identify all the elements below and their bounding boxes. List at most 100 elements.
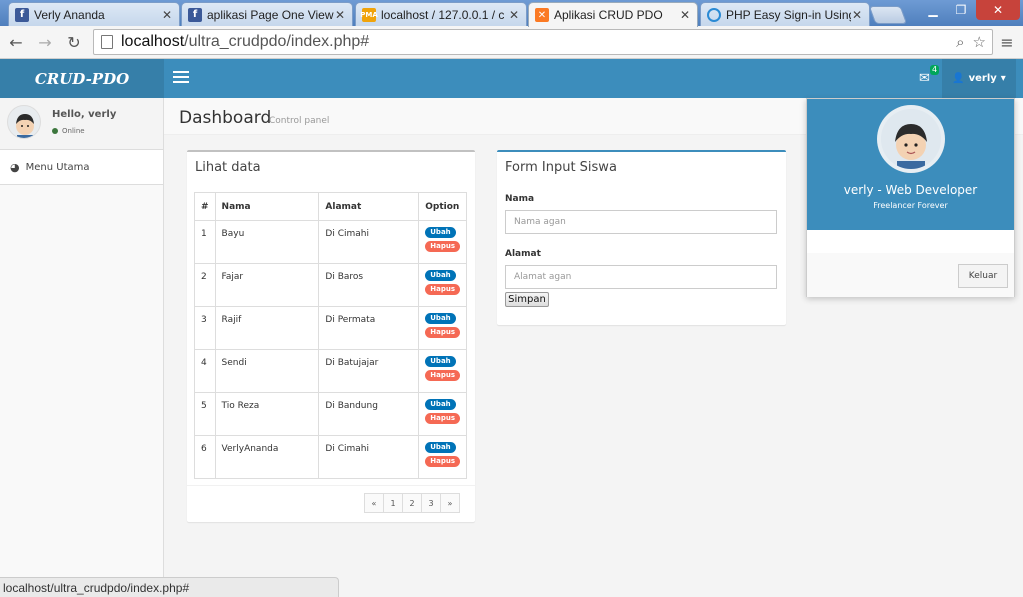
- facebook-icon: f: [15, 7, 29, 22]
- status-label: Online: [62, 127, 85, 135]
- table-row: 5 Tio Reza Di Bandung Ubah Hapus: [194, 392, 467, 436]
- nama-input[interactable]: Nama agan: [505, 210, 777, 234]
- star-icon[interactable]: ☆: [973, 33, 986, 51]
- pagination-page[interactable]: 3: [421, 493, 441, 513]
- user-dropdown-header: verly - Web Developer Freelancer Forever: [807, 99, 1014, 230]
- page-subtitle: Control panel: [269, 116, 330, 126]
- user-greeting: Hello, verly: [52, 109, 117, 120]
- ubah-button[interactable]: Ubah: [425, 270, 456, 281]
- pagination-next[interactable]: »: [440, 493, 460, 513]
- hapus-button[interactable]: Hapus: [425, 370, 460, 381]
- sidebar-item-menu-utama[interactable]: ◕ Menu Utama: [0, 150, 163, 185]
- hapus-button[interactable]: Hapus: [425, 284, 460, 295]
- pagination-page[interactable]: 2: [402, 493, 422, 513]
- data-table-box: Lihat data # Nama Alamat Option 1 Bayu Di …: [187, 150, 475, 522]
- close-icon[interactable]: ✕: [508, 8, 520, 22]
- ubah-button[interactable]: Ubah: [425, 227, 456, 238]
- column-header: #: [194, 192, 216, 221]
- menu-icon[interactable]: ≡: [997, 32, 1017, 52]
- browser-tab-bar: f Verly Ananda ✕ f aplikasi Page One Vie…: [0, 0, 1023, 27]
- logo[interactable]: CRUD-PDO: [0, 59, 164, 98]
- mail-badge: 4: [930, 65, 940, 75]
- form-box: Form Input Siswa Nama Nama agan Alamat A…: [497, 150, 786, 325]
- table-row: 6 VerlyAnanda Di Cimahi Ubah Hapus: [194, 435, 467, 479]
- user-menu-toggle[interactable]: 👤 verly ▾: [942, 59, 1016, 98]
- profile-tagline: Freelancer Forever: [873, 201, 948, 210]
- divider: [187, 485, 475, 486]
- box-title: Form Input Siswa: [505, 160, 617, 175]
- browser-tab[interactable]: PMA localhost / 127.0.0.1 / c ✕: [355, 2, 527, 26]
- search-icon[interactable]: ⌕: [956, 33, 964, 51]
- hapus-button[interactable]: Hapus: [425, 413, 460, 424]
- sidebar-toggle-icon[interactable]: [173, 71, 189, 85]
- option-cell: Ubah Hapus: [418, 220, 467, 264]
- logout-button[interactable]: Keluar: [958, 264, 1008, 288]
- phpmyadmin-icon: PMA: [360, 7, 378, 22]
- dashboard-icon: ◕: [10, 160, 20, 174]
- table-cell: 4: [194, 349, 216, 393]
- avatar: [7, 105, 41, 139]
- simpan-button[interactable]: Simpan: [505, 292, 549, 307]
- option-cell: Ubah Hapus: [418, 435, 467, 479]
- ubah-button[interactable]: Ubah: [425, 356, 456, 367]
- forward-icon[interactable]: →: [35, 32, 55, 52]
- option-cell: Ubah Hapus: [418, 306, 467, 350]
- table-cell: 5: [194, 392, 216, 436]
- page-icon: [101, 35, 113, 49]
- user-dropdown-body: [807, 230, 1014, 253]
- close-icon[interactable]: ✕: [334, 8, 346, 22]
- maximize-icon[interactable]: ❐: [948, 0, 974, 20]
- back-icon[interactable]: ←: [6, 32, 26, 52]
- page-title: Dashboard: [179, 108, 272, 128]
- browser-tab[interactable]: PHP Easy Sign-in Using ✕: [700, 2, 870, 26]
- column-header: Nama: [214, 192, 320, 221]
- address-bar[interactable]: localhost/ultra_crudpdo/index.php# ⌕ ☆: [93, 29, 993, 55]
- alamat-input[interactable]: Alamat agan: [505, 265, 777, 289]
- ubah-button[interactable]: Ubah: [425, 399, 456, 410]
- tab-label: Aplikasi CRUD PDO: [554, 8, 663, 22]
- box-title: Lihat data: [195, 160, 261, 175]
- tab-label: PHP Easy Sign-in Using: [726, 7, 851, 22]
- browser-tab-active[interactable]: ✕ Aplikasi CRUD PDO ✕: [528, 2, 698, 27]
- ubah-button[interactable]: Ubah: [425, 313, 456, 324]
- table-cell: Tio Reza: [214, 392, 320, 436]
- tab-label: localhost / 127.0.0.1 / c: [381, 7, 505, 22]
- close-icon[interactable]: ✕: [851, 8, 863, 22]
- username: verly: [968, 73, 997, 84]
- new-tab-button[interactable]: [868, 6, 908, 24]
- online-dot-icon: [52, 128, 58, 134]
- avatar: [877, 105, 945, 173]
- minimize-icon[interactable]: ▁: [920, 0, 946, 20]
- user-dropdown-footer: Keluar: [807, 253, 1014, 297]
- option-cell: Ubah Hapus: [418, 392, 467, 436]
- browser-tab[interactable]: f aplikasi Page One View ✕: [181, 2, 353, 26]
- sidebar-item-label: Menu Utama: [25, 161, 90, 173]
- window-close-icon[interactable]: ✕: [976, 0, 1020, 20]
- close-icon[interactable]: ✕: [679, 8, 691, 22]
- caret-down-icon: ▾: [1000, 73, 1006, 84]
- table-row: 2 Fajar Di Baros Ubah Hapus: [194, 263, 467, 307]
- table-cell: Rajif: [214, 306, 320, 350]
- app-header: CRUD-PDO ✉ 4 👤 verly ▾: [0, 59, 1023, 98]
- column-header: Alamat: [318, 192, 420, 221]
- nama-label: Nama: [505, 194, 535, 204]
- close-icon[interactable]: ✕: [161, 8, 173, 22]
- profile-name: verly - Web Developer: [843, 183, 978, 197]
- pagination-page[interactable]: 1: [383, 493, 403, 513]
- url-text: localhost/ultra_crudpdo/index.php#: [121, 33, 370, 50]
- table-cell: Di Baros: [318, 263, 420, 307]
- browser-tab[interactable]: f Verly Ananda ✕: [8, 2, 180, 26]
- hapus-button[interactable]: Hapus: [425, 327, 460, 338]
- ubah-button[interactable]: Ubah: [425, 442, 456, 453]
- table-cell: Di Batujajar: [318, 349, 420, 393]
- table-cell: Di Bandung: [318, 392, 420, 436]
- table-cell: Di Cimahi: [318, 435, 420, 479]
- user-dropdown: verly - Web Developer Freelancer Forever…: [806, 98, 1015, 297]
- data-table: # Nama Alamat Option 1 Bayu Di Cimahi Ubah H…: [194, 192, 467, 479]
- hapus-button[interactable]: Hapus: [425, 456, 460, 467]
- user-panel: Hello, verly Online: [0, 98, 163, 150]
- pagination-prev[interactable]: «: [364, 493, 384, 513]
- table-row: 3 Rajif Di Permata Ubah Hapus: [194, 306, 467, 350]
- hapus-button[interactable]: Hapus: [425, 241, 460, 252]
- reload-icon[interactable]: ↻: [64, 32, 84, 52]
